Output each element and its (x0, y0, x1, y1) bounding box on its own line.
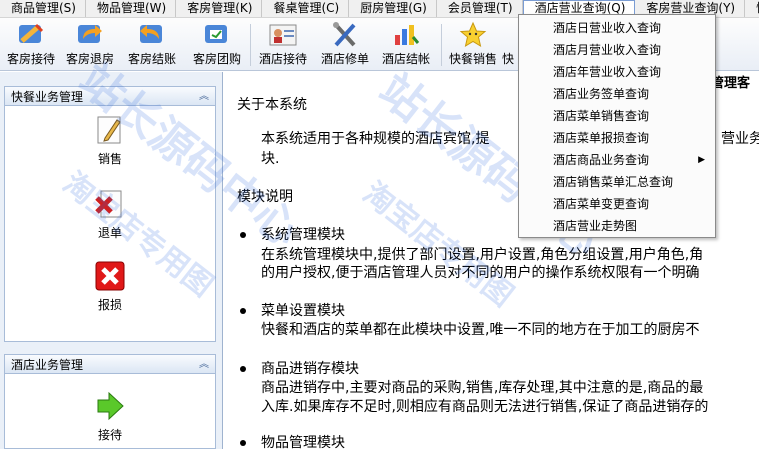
chevron-up-icon[interactable]: ︽ (199, 87, 209, 107)
dropdown-item[interactable]: 酒店月营业收入查询 (519, 39, 715, 61)
bullet (240, 440, 246, 446)
close-box-icon (94, 260, 126, 292)
hotel-reception-item[interactable]: 接待 (5, 390, 215, 443)
chevron-up-icon[interactable]: ︽ (199, 355, 209, 375)
menu-goods[interactable]: 商品管理(S) (0, 0, 86, 17)
about-text: 本系统适用于各种规模的酒店宾馆,提 (261, 131, 490, 147)
module-desc: 入库.如果库存不足时,则相应有商品则无法进行销售,保证了商品进销存的 (261, 399, 709, 415)
toolbar-separator (250, 24, 251, 66)
dropdown-item[interactable]: 酒店营业走势图 (519, 215, 715, 237)
module-desc: 的用户授权,便于酒店管理人员对不同的用户的操作系统权限有一个明确 (261, 265, 700, 281)
arrow-right-icon (94, 390, 126, 422)
hotel-bill-button[interactable]: 酒店结帐 (377, 20, 435, 68)
module-title: 菜单设置模块 (261, 303, 345, 319)
dropdown-item[interactable]: 酒店年营业收入查询 (519, 61, 715, 83)
dropdown-item[interactable]: 酒店菜单报损查询 (519, 127, 715, 149)
menu-tables[interactable]: 餐桌管理(C) (262, 0, 350, 17)
room-checkout-button[interactable]: 客房退房 (61, 20, 119, 68)
room-reception-icon (15, 20, 47, 50)
module-desc: 商品进销存中,主要对商品的采购,销售,库存处理,其中注意的是,商品的最 (261, 380, 704, 396)
menu-members[interactable]: 会员管理(T) (437, 0, 523, 17)
bullet (240, 366, 246, 372)
room-checkout-icon (74, 20, 106, 50)
group-header-hotel[interactable]: 酒店业务管理 ︽ (4, 354, 216, 374)
dropdown-item[interactable]: 酒店销售菜单汇总查询 (519, 171, 715, 193)
group-body-fastfood: 销售 退单 报损 (4, 106, 216, 342)
group-header-fastfood[interactable]: 快餐业务管理 ︽ (4, 86, 216, 106)
room-group-icon (201, 20, 233, 50)
hotel-reception-button[interactable]: 酒店接待 (254, 20, 312, 68)
fastfood-sale-button[interactable]: 快餐销售 (444, 20, 502, 68)
hotel-edit-icon (329, 20, 361, 50)
about-text-2: 块. (261, 151, 280, 167)
module-title: 商品进销存模块 (261, 361, 359, 377)
menu-rooms[interactable]: 客房管理(K) (176, 0, 263, 17)
hotel-bill-icon (390, 20, 422, 50)
modules-heading: 模块说明 (237, 189, 293, 205)
module-desc: 在系统管理模块中,提供了部门设置,用户设置,角色分组设置,用户角色,角 (261, 247, 704, 263)
about-text-cont: 营业务档 (721, 131, 759, 147)
room-bill-icon (136, 20, 168, 50)
menu-items[interactable]: 物品管理(W) (86, 0, 177, 17)
group-body-hotel: 接待 (4, 374, 216, 449)
fastfood-sale-item[interactable]: 销售 (5, 114, 215, 167)
dropdown-item[interactable]: 酒店日营业收入查询 (519, 17, 715, 39)
document-delete-icon (94, 188, 126, 220)
toolbar-separator (441, 24, 442, 66)
module-desc: 快餐和酒店的菜单都在此模块中设置,唯一不同的地方在于加工的厨房不 (261, 322, 700, 338)
dropdown-item[interactable]: 酒店业务签单查询 (519, 83, 715, 105)
fastfood-damage-item[interactable]: 报损 (5, 260, 215, 313)
room-bill-button[interactable]: 客房结账 (123, 20, 181, 68)
about-heading: 关于本系统 (237, 97, 307, 113)
room-reception-button[interactable]: 客房接待 (2, 20, 60, 68)
pencil-icon (94, 114, 126, 146)
dropdown-item[interactable]: 酒店菜单销售查询 (519, 105, 715, 127)
hotel-query-dropdown: 酒店日营业收入查询 酒店月营业收入查询 酒店年营业收入查询 酒店业务签单查询 酒… (518, 14, 716, 238)
module-title: 物品管理模块 (261, 435, 345, 449)
hotel-edit-button[interactable]: 酒店修单 (316, 20, 374, 68)
room-group-button[interactable]: 客房团购 (188, 20, 246, 68)
fastfood-sale-icon (457, 20, 489, 50)
menu-kitchen[interactable]: 厨房管理(G) (349, 0, 437, 17)
dropdown-item-submenu[interactable]: 酒店商品业务查询 ▶ (519, 149, 715, 171)
menu-fastfood[interactable]: 快餐 (745, 0, 759, 17)
dropdown-item[interactable]: 酒店菜单变更查询 (519, 193, 715, 215)
hotel-reception-icon (267, 20, 299, 50)
fastfood-refund-item[interactable]: 退单 (5, 188, 215, 241)
page-title: 管理客 (711, 76, 751, 91)
fastfood-more-button[interactable]: 快 (500, 20, 516, 68)
module-title: 系统管理模块 (261, 227, 345, 243)
bullet (240, 232, 246, 238)
submenu-arrow-icon: ▶ (698, 155, 705, 165)
bullet (240, 308, 246, 314)
left-panel: 快餐业务管理 ︽ 销售 退单 报损 酒店业务管理 ︽ 接待 (0, 72, 223, 449)
